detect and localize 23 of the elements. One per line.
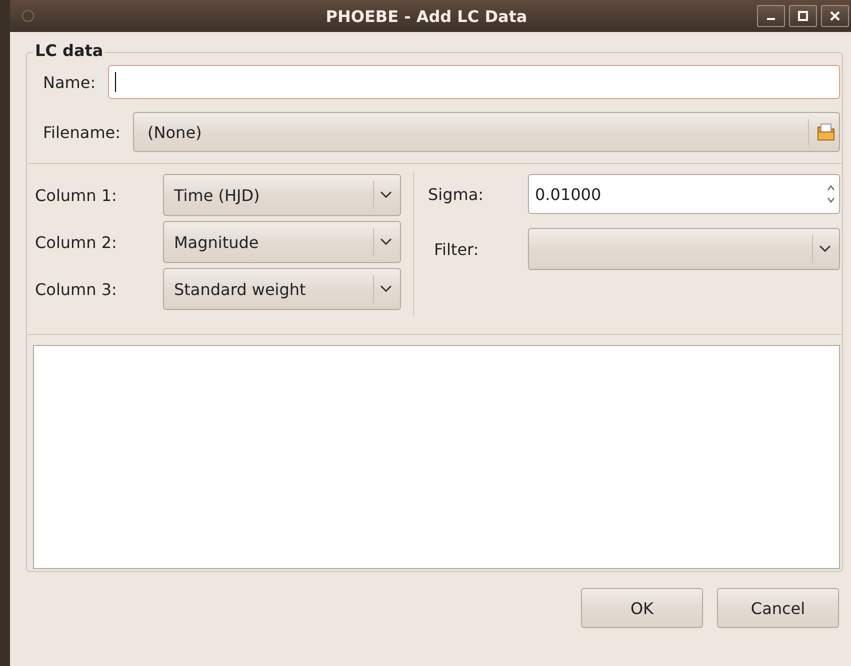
column-label: Column 2: [35,232,118,252]
field-label: Name: [43,72,96,92]
chevron-down-icon [819,245,831,253]
column-label: Column 1: [35,186,118,204]
cancel-button[interactable]: Cancel [717,588,839,628]
sigma-label: Sigma: [428,184,485,204]
chevron-down-icon [380,191,392,199]
field-label: Filename: [43,122,121,142]
maximize-icon[interactable] [789,5,817,27]
filter-label: Filter: [433,240,480,258]
column-dropdown[interactable]: Magnitude [163,221,401,263]
name-field[interactable] [108,65,840,99]
file-chooser-button[interactable]: (None) [132,112,840,152]
ok-button[interactable]: OK [581,588,703,628]
chevron-down-icon [380,238,392,246]
column-label: Column 3: [35,280,118,298]
minimize-icon[interactable] [757,5,785,27]
column-dropdown[interactable]: Standard weight [163,268,401,310]
column-dropdown[interactable]: Time (HJD) [163,174,401,216]
sigma-spin-field[interactable]: 0.01000 [528,174,840,214]
chevron-down-icon [380,285,392,293]
window-title: PHOEBE - Add LC Data [324,6,528,26]
close-icon[interactable] [821,5,849,27]
